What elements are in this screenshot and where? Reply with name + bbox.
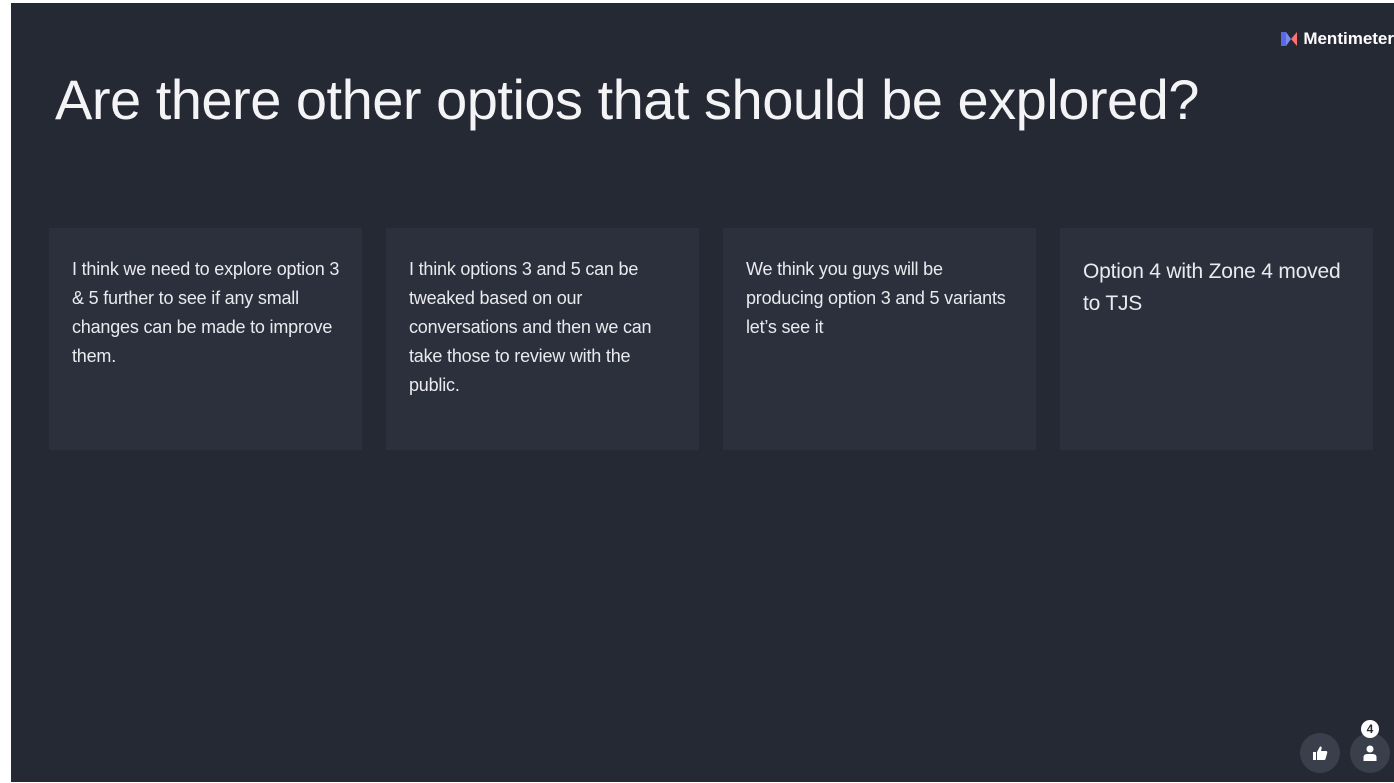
participants-indicator (1350, 733, 1390, 773)
like-button[interactable] (1300, 733, 1340, 773)
response-card: I think options 3 and 5 can be tweaked b… (386, 228, 699, 450)
slide-title: Are there other optios that should be ex… (55, 68, 1199, 131)
response-text: Option 4 with Zone 4 moved to TJS (1083, 260, 1341, 315)
mentimeter-logo-icon (1281, 32, 1298, 46)
response-grid: I think we need to explore option 3 & 5 … (49, 228, 1373, 450)
participant-count-badge: 4 (1361, 720, 1379, 738)
thumbs-up-icon (1313, 746, 1328, 760)
response-text: We think you guys will be producing opti… (746, 259, 1006, 337)
response-card: We think you guys will be producing opti… (723, 228, 1036, 450)
person-icon (1363, 745, 1377, 761)
brand: Mentimeter (1281, 29, 1394, 49)
response-text: I think we need to explore option 3 & 5 … (72, 259, 340, 366)
response-card: Option 4 with Zone 4 moved to TJS (1060, 228, 1373, 450)
presentation-slide: Mentimeter Are there other optios that s… (11, 3, 1394, 782)
brand-name: Mentimeter (1303, 29, 1394, 48)
response-card: I think we need to explore option 3 & 5 … (49, 228, 362, 450)
response-text: I think options 3 and 5 can be tweaked b… (409, 259, 652, 395)
